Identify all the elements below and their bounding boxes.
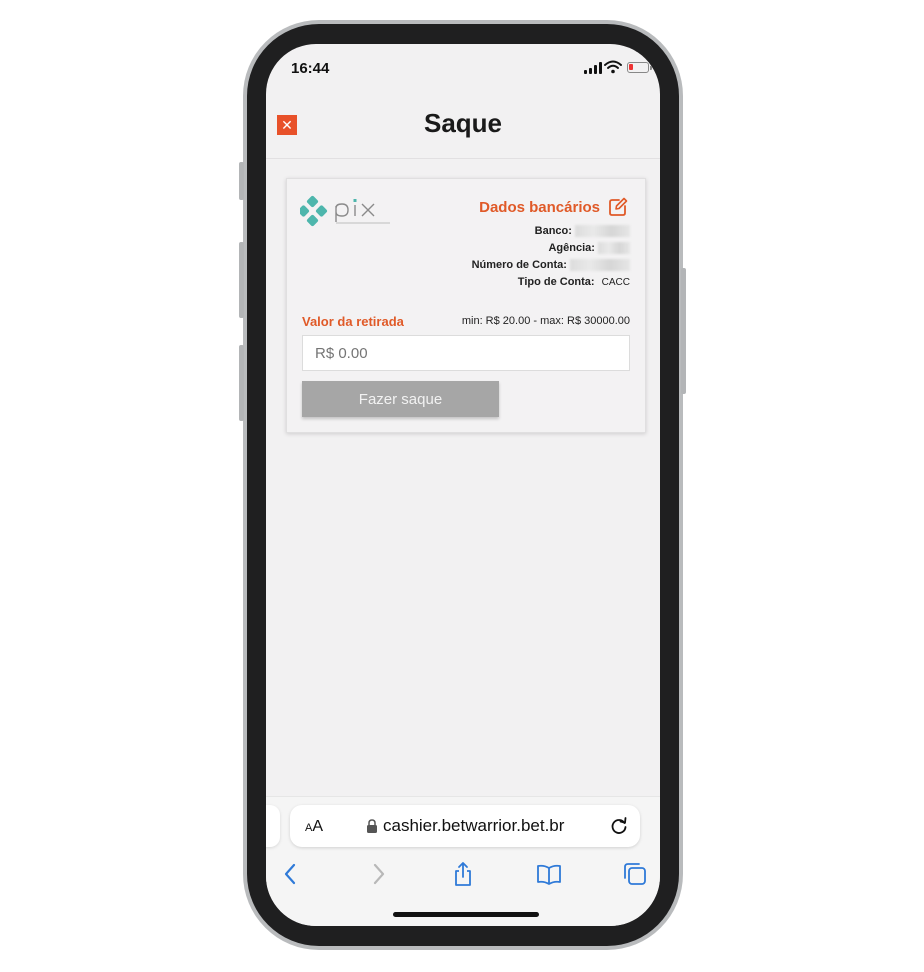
bookmarks-icon[interactable] — [536, 861, 562, 887]
wifi-icon — [604, 60, 622, 74]
lock-icon — [367, 819, 377, 833]
pix-logo-icon — [300, 195, 390, 227]
amount-input[interactable] — [302, 335, 630, 371]
bank-field-row: Banco: — [534, 225, 630, 238]
agency-value-redacted — [598, 242, 630, 255]
url-text: cashier.betwarrior.bet.br — [383, 816, 565, 835]
account-number-value-redacted — [570, 259, 630, 272]
volume-down-button — [239, 345, 244, 421]
reload-icon[interactable] — [609, 816, 629, 836]
previous-tab-preview[interactable] — [266, 805, 280, 847]
volume-up-button — [239, 242, 244, 318]
tabs-icon[interactable] — [622, 861, 648, 887]
address-bar[interactable]: AA cashier.betwarrior.bet.br — [290, 805, 640, 847]
bank-value-redacted — [575, 225, 630, 238]
cellular-signal-icon — [584, 62, 602, 74]
home-indicator — [393, 912, 539, 917]
withdraw-button[interactable]: Fazer saque — [302, 381, 499, 417]
forward-arrow-icon[interactable] — [365, 861, 391, 887]
amount-limits: min: R$ 20.00 - max: R$ 30000.00 — [461, 315, 630, 327]
browser-toolbar: AA cashier.betwarrior.bet.br — [266, 796, 660, 926]
account-number-field-row: Número de Conta: — [471, 259, 630, 272]
bank-label: Banco: — [534, 225, 572, 237]
back-arrow-icon[interactable] — [278, 861, 304, 887]
account-number-label: Número de Conta: — [471, 259, 567, 271]
page-header: ✕ Saque — [266, 94, 660, 159]
share-icon[interactable] — [450, 861, 476, 887]
edit-icon[interactable] — [608, 197, 628, 217]
agency-field-row: Agência: — [548, 242, 630, 255]
account-type-label: Tipo de Conta: — [517, 276, 595, 288]
power-button — [681, 268, 686, 394]
amount-label: Valor da retirada — [302, 314, 404, 329]
phone-screen: 16:44 ✕ Saque Dados bancários Banco: Agê… — [266, 44, 660, 926]
text-size-large-glyph: A — [312, 818, 324, 835]
status-time: 16:44 — [291, 60, 330, 77]
agency-label: Agência: — [548, 242, 595, 254]
status-bar: 16:44 — [266, 44, 660, 94]
battery-icon — [627, 62, 652, 73]
text-size-button[interactable]: AA — [305, 818, 323, 836]
page-title: Saque — [423, 108, 503, 138]
mute-switch — [239, 162, 244, 200]
withdraw-card: Dados bancários Banco: Agência: Número d… — [286, 178, 646, 433]
bank-details-title: Dados bancários — [479, 197, 628, 217]
bank-details-label: Dados bancários — [479, 198, 600, 216]
account-type-field-row: Tipo de Conta: CACC — [518, 276, 630, 288]
account-type-value: CACC — [601, 277, 630, 288]
